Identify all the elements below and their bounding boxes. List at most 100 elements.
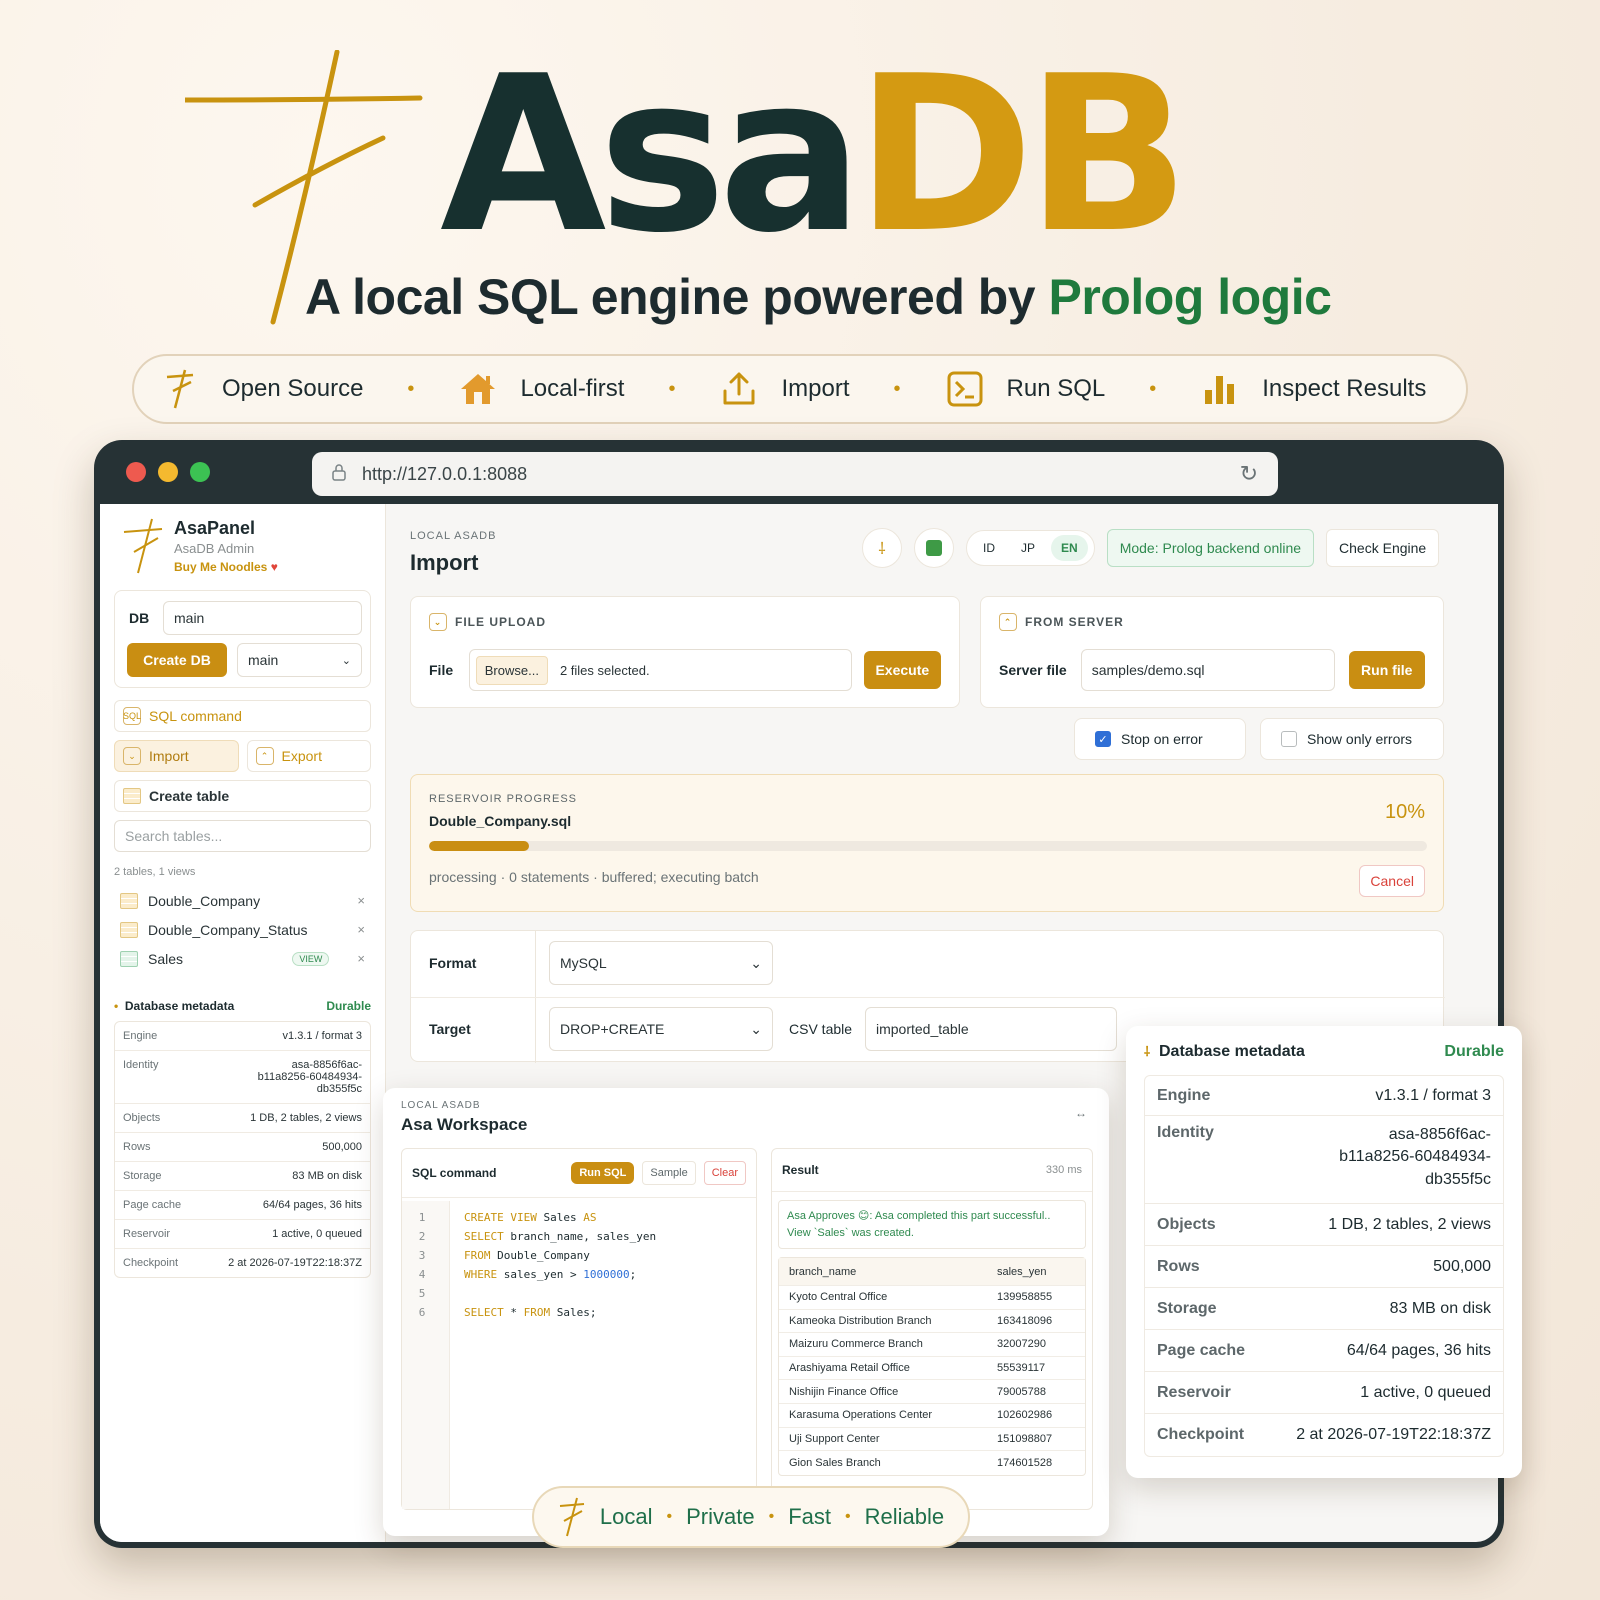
checkbox-checked[interactable]: ✓ [1095,731,1111,747]
meta-value: 1 active, 0 queued [272,1228,362,1240]
csv-value: imported_table [876,1021,969,1037]
lang-jp[interactable]: JP [1011,535,1045,561]
chevron-up-icon[interactable]: ⌃ [999,613,1017,631]
line-number: 6 [418,1306,426,1319]
table-summary: 2 tables, 1 views [114,866,196,878]
feature-label: Local-first [520,375,625,402]
from-server-card: ⌃ FROM SERVER Server file samples/demo.sq… [980,596,1444,708]
table-item-double-company-status[interactable]: Double_Company_Status × [114,915,371,944]
sql-text: branch_name, sales_yen [503,1230,657,1243]
format-select[interactable]: MySQL ⌄ [549,941,773,985]
nav-import[interactable]: ⌄ Import [114,740,239,772]
progress-status: processing · 0 statements · buffered; ex… [429,869,759,885]
meta-row: Reservoir 1 active, 0 queued [1145,1372,1503,1414]
cancel-button[interactable]: Cancel [1359,865,1425,897]
cell: Karasuma Operations Center [789,1409,933,1422]
table-row: Arashiyama Retail Office 55539117 [779,1357,1085,1381]
cell: Gion Sales Branch [789,1456,881,1469]
sample-button[interactable]: Sample [642,1161,696,1185]
asa-logo-icon: ⸸ [1144,1044,1151,1059]
table-item-sales[interactable]: Sales VIEW × [114,944,371,973]
support-link[interactable]: Buy Me Noodles ♥ [174,560,278,574]
browse-button[interactable]: Browse... [475,655,548,685]
hero-title: AsaDB [440,40,1190,270]
chevron-down-icon[interactable]: ⌄ [429,613,447,631]
cell: 79005788 [997,1385,1046,1398]
nav-create-table[interactable]: Create table [114,780,371,812]
execute-button[interactable]: Execute [863,651,941,689]
meta-value: 500,000 [322,1141,362,1153]
target-select[interactable]: DROP+CREATE ⌄ [549,1007,773,1051]
cell: 174601528 [997,1456,1053,1469]
stop-on-error-option[interactable]: ✓ Stop on error [1074,718,1246,760]
line-number: 1 [418,1211,426,1224]
value-label: Reliable [864,1504,945,1529]
db-label: DB [129,610,150,626]
table-header: branch_name sales_yen [779,1258,1085,1286]
meta-value: 64/64 pages, 36 hits [262,1199,362,1211]
run-sql-button[interactable]: Run SQL [571,1162,635,1184]
db-name-input[interactable]: main [163,601,362,635]
lang-en[interactable]: EN [1051,535,1088,561]
meta-row: Objects 1 DB, 2 tables, 2 views [115,1104,370,1133]
server-file-input[interactable]: samples/demo.sql [1080,649,1335,691]
feature-run-sql: Run SQL [945,369,1106,409]
cell: 55539117 [997,1362,1046,1375]
nav-sql-command[interactable]: SQL SQL command [114,700,371,732]
asa-logo-icon[interactable]: ⸸ [862,528,902,568]
server-file-value: samples/demo.sql [1091,662,1205,678]
lang-id[interactable]: ID [973,535,1005,561]
sql-editor[interactable]: 1 CREATE VIEW Sales AS 2 SELECT branch_nam… [402,1211,754,1325]
option-label: Stop on error [1121,731,1203,747]
cell: Nishijin Finance Office [789,1385,899,1398]
table-search-input[interactable]: Search tables... [114,820,371,852]
home-icon [458,369,498,409]
feature-label: Run SQL [1006,375,1106,402]
run-file-button[interactable]: Run file [1348,651,1425,689]
expand-icon[interactable]: ↔ [1075,1106,1087,1120]
show-only-errors-option[interactable]: Show only errors [1260,718,1444,760]
meta-row: Engine v1.3.1 / format 3 [1145,1076,1503,1116]
clear-button[interactable]: Clear [703,1161,746,1185]
value-label: Local [599,1504,653,1529]
remove-icon[interactable]: × [357,893,365,908]
file-input[interactable]: Browse... 2 files selected. [468,649,852,691]
feature-label: Open Source [222,375,364,402]
chevron-down-icon: ⌄ [750,1020,762,1037]
meta-row: Checkpoint 2 at 2026-07-19T22:18:37Z [1145,1414,1503,1456]
format-value: MySQL [560,955,607,971]
address-bar[interactable]: http://127.0.0.1:8088 ↻ [312,452,1278,496]
feature-label: Import [781,375,850,402]
remove-icon[interactable]: × [357,922,365,937]
file-upload-card: ⌄ FILE UPLOAD File Browse... 2 files sele… [410,596,960,708]
reload-icon[interactable]: ↻ [1240,461,1258,487]
table-item-double-company[interactable]: Double_Company × [114,886,371,915]
checkbox-unchecked[interactable] [1281,731,1297,747]
sql-text: Sales [536,1211,584,1224]
progress-fill [429,841,529,851]
remove-icon[interactable]: × [357,951,365,966]
feature-label: Inspect Results [1262,375,1427,402]
create-db-button[interactable]: Create DB [127,643,227,677]
meta-key: Checkpoint [1157,1426,1245,1443]
sql-editor-card: SQL command Run SQL Sample Clear 1 CREATE… [401,1148,757,1510]
tagline-main: A local SQL engine powered by [305,269,1049,325]
theme-icon[interactable] [914,528,954,568]
brand: AsaPanel AsaDB Admin Buy Me Noodles ♥ [122,518,371,574]
nav-export[interactable]: ⌃ Export [246,740,371,772]
maximize-window-button[interactable] [190,462,210,482]
meta-value: 83 MB on disk [292,1170,362,1182]
run-file-label: Run file [1361,662,1413,678]
close-window-button[interactable] [126,462,146,482]
minimize-window-button[interactable] [158,462,178,482]
feature-bar: Open Source • Local-first • Import • Run… [132,354,1468,424]
asa-logo-icon [559,1497,584,1537]
result-message-line: Asa Approves 😊: Asa completed this part … [787,1210,1051,1222]
csv-table-input[interactable]: imported_table [865,1007,1117,1051]
sql-text: * [503,1306,524,1319]
page-kicker: LOCAL ASADB [410,530,497,542]
db-select[interactable]: main ⌄ [237,643,362,677]
workspace-panel: LOCAL ASADB Asa Workspace ↔ SQL command … [383,1088,1109,1536]
metadata-table-small: Engine v1.3.1 / format 3 Identity asa-8856… [114,1021,371,1278]
check-engine-button[interactable]: Check Engine [1326,529,1440,567]
